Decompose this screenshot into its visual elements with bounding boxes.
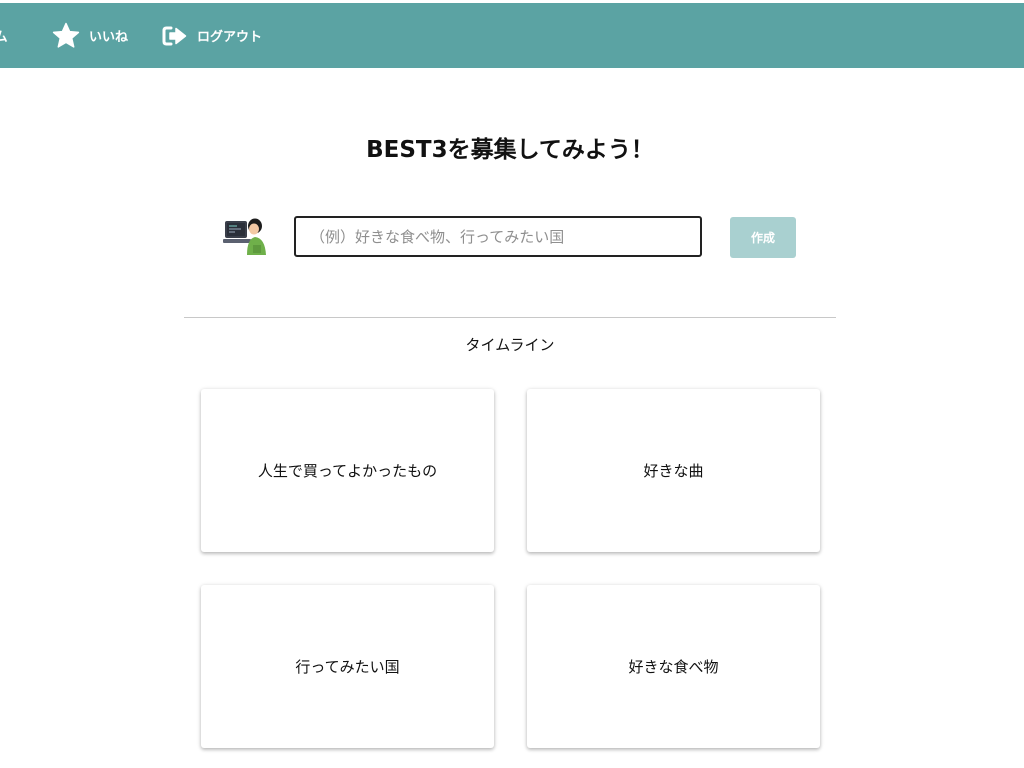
- section-divider: [184, 317, 836, 318]
- nav-logout-label: ログアウト: [197, 30, 263, 45]
- star-icon: [52, 22, 80, 49]
- card-title: 好きな食べ物: [628, 658, 719, 676]
- create-button[interactable]: 作成: [730, 217, 796, 258]
- card-title: 好きな曲: [643, 462, 704, 480]
- timeline-card[interactable]: 人生で買ってよかったもの: [201, 389, 494, 552]
- timeline-heading: タイムライン: [465, 336, 555, 354]
- page-title: BEST3を募集してみよう！: [366, 137, 654, 163]
- timeline-card[interactable]: 行ってみたい国: [201, 585, 494, 748]
- topic-input[interactable]: [294, 216, 702, 257]
- top-navbar: ーム いいね ログアウト: [0, 3, 1024, 68]
- card-title: 人生で買ってよかったもの: [257, 462, 438, 480]
- user-avatar: [223, 215, 267, 255]
- logout-icon: [162, 25, 188, 47]
- programmer-avatar-icon: [223, 218, 266, 255]
- nav-home-label: ーム: [0, 30, 8, 45]
- nav-home-link[interactable]: ーム: [0, 3, 8, 68]
- nav-like-link[interactable]: いいね: [52, 3, 128, 68]
- timeline-card[interactable]: 好きな曲: [527, 389, 820, 552]
- nav-logout-link[interactable]: ログアウト: [162, 3, 262, 68]
- card-title: 行ってみたい国: [295, 658, 400, 676]
- nav-like-label: いいね: [89, 30, 129, 45]
- timeline-card[interactable]: 好きな食べ物: [527, 585, 820, 748]
